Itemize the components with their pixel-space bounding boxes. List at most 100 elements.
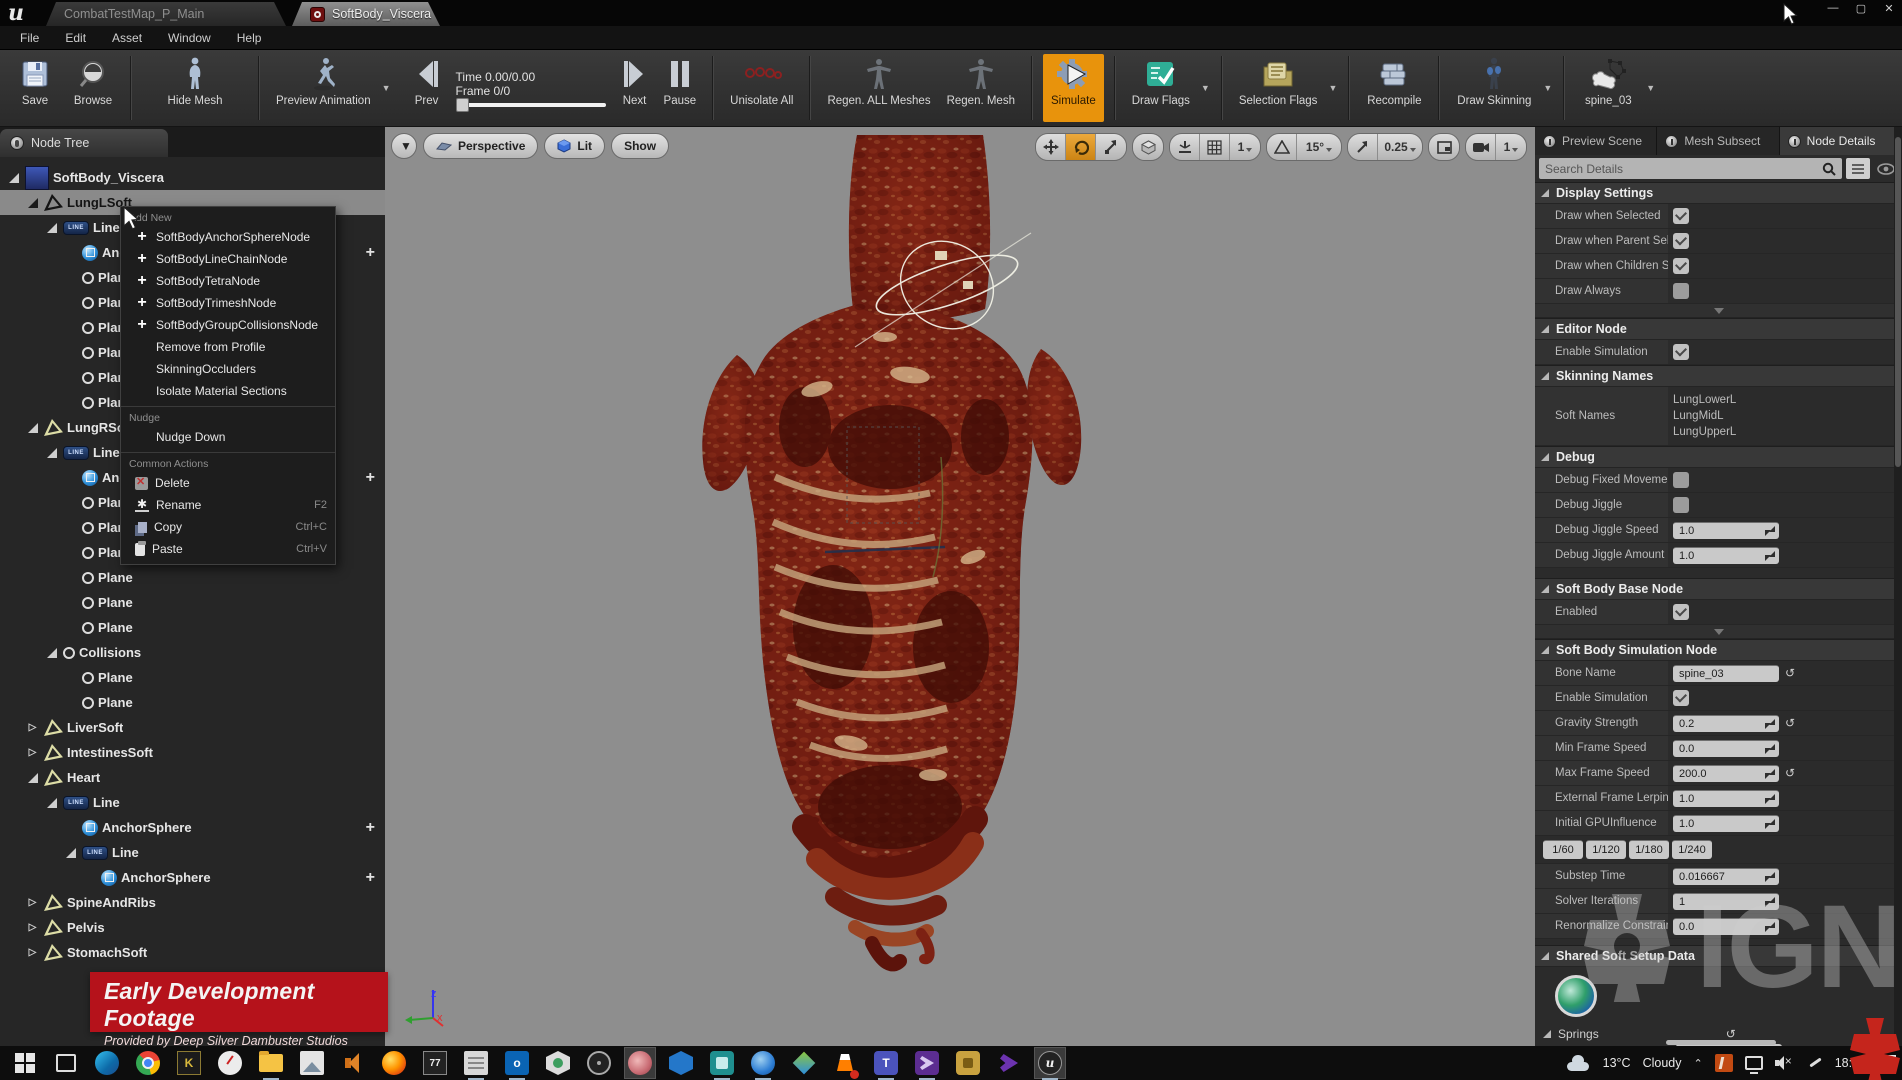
springs-asset-thumbnail[interactable] — [1555, 975, 1597, 1017]
taskbar-app-button[interactable] — [10, 1048, 40, 1078]
maximize-button[interactable]: ▢ — [1852, 2, 1870, 15]
node-tree-row[interactable]: AnchorSphere + — [0, 815, 385, 840]
tab-softbody-viscera[interactable]: SoftBody_Viscera — [292, 2, 440, 26]
taskbar-app-button[interactable] — [830, 1048, 860, 1078]
draw-skinning-dropdown[interactable]: ▼ — [1540, 50, 1555, 126]
move-tool-button[interactable] — [1036, 134, 1066, 160]
checkbox[interactable] — [1673, 472, 1689, 488]
draw-skinning-button[interactable]: Draw Skinning — [1448, 50, 1540, 126]
checkbox[interactable] — [1673, 604, 1689, 620]
section-expander[interactable] — [1535, 625, 1902, 639]
node-tree-row[interactable]: Line — [0, 840, 385, 865]
checkbox[interactable] — [1673, 690, 1689, 706]
clock[interactable]: 18:41 — [1835, 1056, 1866, 1070]
scale-tool-button[interactable] — [1096, 134, 1126, 160]
taskbar-app-button[interactable] — [51, 1048, 81, 1078]
angle-snap-value[interactable]: 15° — [1297, 134, 1341, 160]
node-tree-row[interactable]: Plane — [0, 690, 385, 715]
node-tree-row[interactable]: SpineAndRibs — [0, 890, 385, 915]
weather-temp[interactable]: 13°C — [1603, 1056, 1631, 1070]
expand-arrow-icon[interactable] — [25, 897, 40, 908]
value-field[interactable]: spine_03 — [1673, 665, 1779, 682]
substep-preset-button[interactable]: 1/180 — [1629, 840, 1669, 859]
coordinate-space-button[interactable] — [1133, 134, 1163, 160]
menu-item[interactable]: Edit — [53, 28, 98, 48]
menu-item[interactable]: Asset — [100, 28, 154, 48]
selection-flags-dropdown[interactable]: ▼ — [1325, 50, 1340, 126]
drag-multiplier-icon[interactable] — [1765, 551, 1775, 561]
taskbar-app-button[interactable] — [297, 1048, 327, 1078]
context-menu-item[interactable]: Delete — [121, 472, 335, 494]
unisolate-all-button[interactable]: Unisolate All — [722, 50, 801, 126]
context-menu-item[interactable]: SkinningOccluders — [121, 358, 335, 380]
expand-arrow-icon[interactable] — [63, 848, 78, 858]
taskbar-app-button[interactable] — [133, 1048, 163, 1078]
context-menu-item[interactable]: Rename F2 — [121, 494, 335, 516]
checkbox[interactable] — [1673, 344, 1689, 360]
value-field[interactable]: 0.016667 — [1673, 868, 1779, 885]
checkbox[interactable] — [1673, 283, 1689, 299]
reset-to-default-icon[interactable] — [1785, 666, 1795, 680]
taskbar-app-button[interactable]: 77 — [420, 1048, 450, 1078]
grid-snap-button[interactable] — [1200, 134, 1230, 160]
regen-all-meshes-button[interactable]: Regen. ALL Meshes — [819, 50, 938, 126]
expand-arrow-icon[interactable] — [44, 798, 59, 808]
node-tree-row[interactable]: AnchorSphere + — [0, 865, 385, 890]
node-tree-row[interactable]: StomachSoft — [0, 940, 385, 965]
value-field[interactable]: 1.0 — [1673, 522, 1779, 539]
reset-to-default-icon[interactable] — [1785, 766, 1795, 780]
substep-preset-button[interactable]: 1/60 — [1543, 840, 1583, 859]
selection-flags-button[interactable]: Selection Flags — [1231, 50, 1326, 126]
preview-animation-dropdown[interactable]: ▼ — [379, 50, 394, 126]
details-tab[interactable]: Preview Scene — [1535, 127, 1657, 155]
node-tree-row[interactable]: LiverSoft — [0, 715, 385, 740]
perspective-button[interactable]: Perspective — [423, 133, 538, 159]
time-slider-thumb[interactable] — [456, 98, 469, 112]
surface-snap-button[interactable] — [1170, 134, 1200, 160]
taskbar-app-button[interactable]: K — [174, 1048, 204, 1078]
expand-arrow-icon[interactable] — [25, 423, 40, 433]
value-field[interactable]: 0.0 — [1673, 918, 1779, 935]
checkbox[interactable] — [1673, 233, 1689, 249]
checkbox[interactable] — [1673, 258, 1689, 274]
drag-multiplier-icon[interactable] — [1765, 922, 1775, 932]
regen-mesh-button[interactable]: Regen. Mesh — [939, 50, 1023, 126]
details-scrollbar[interactable] — [1894, 127, 1902, 1046]
section-display-settings[interactable]: Display Settings — [1535, 182, 1902, 204]
node-tree-row[interactable]: Plane — [0, 590, 385, 615]
add-node-button[interactable]: + — [366, 869, 375, 887]
expand-arrow-icon[interactable] — [44, 223, 59, 233]
taskbar-app-button[interactable] — [461, 1048, 491, 1078]
value-field[interactable]: 200.0 — [1673, 765, 1779, 782]
menu-item[interactable]: Help — [225, 28, 274, 48]
node-tree-row[interactable]: Plane — [0, 565, 385, 590]
tab-combat-test-map[interactable]: CombatTestMap_P_Main — [46, 2, 286, 26]
add-node-button[interactable]: + — [366, 819, 375, 837]
section-soft-body-simulation[interactable]: Soft Body Simulation Node — [1535, 639, 1902, 661]
taskbar-app-button[interactable] — [338, 1048, 368, 1078]
lit-button[interactable]: Lit — [544, 133, 605, 159]
save-button[interactable]: Save — [6, 50, 64, 126]
rotate-tool-button[interactable] — [1066, 134, 1096, 160]
taskbar-app-button[interactable] — [625, 1048, 655, 1078]
details-tab[interactable]: Node Details — [1780, 127, 1902, 155]
section-debug[interactable]: Debug — [1535, 446, 1902, 468]
section-soft-body-base[interactable]: Soft Body Base Node — [1535, 578, 1902, 600]
bone-select-button[interactable]: spine_03 — [1573, 50, 1643, 126]
time-slider[interactable] — [456, 103, 606, 107]
search-details-input[interactable]: Search Details — [1539, 158, 1842, 179]
taskbar-app-button[interactable]: T — [871, 1048, 901, 1078]
expand-arrow-icon[interactable] — [6, 173, 21, 183]
expand-arrow-icon[interactable] — [25, 747, 40, 758]
value-field[interactable]: 1.0 — [1673, 815, 1779, 832]
taskbar-app-button[interactable] — [256, 1048, 286, 1078]
reset-to-default-icon[interactable] — [1785, 716, 1795, 730]
notification-center-icon[interactable] — [1878, 1055, 1896, 1071]
taskbar-app-button[interactable] — [666, 1048, 696, 1078]
network-icon[interactable] — [1745, 1056, 1763, 1070]
drag-multiplier-icon[interactable] — [1765, 819, 1775, 829]
list-view-button[interactable] — [1846, 158, 1870, 179]
drag-multiplier-icon[interactable] — [1765, 719, 1775, 729]
taskbar-app-button[interactable] — [789, 1048, 819, 1078]
scale-snap-value[interactable]: 0.25 — [1378, 134, 1422, 160]
